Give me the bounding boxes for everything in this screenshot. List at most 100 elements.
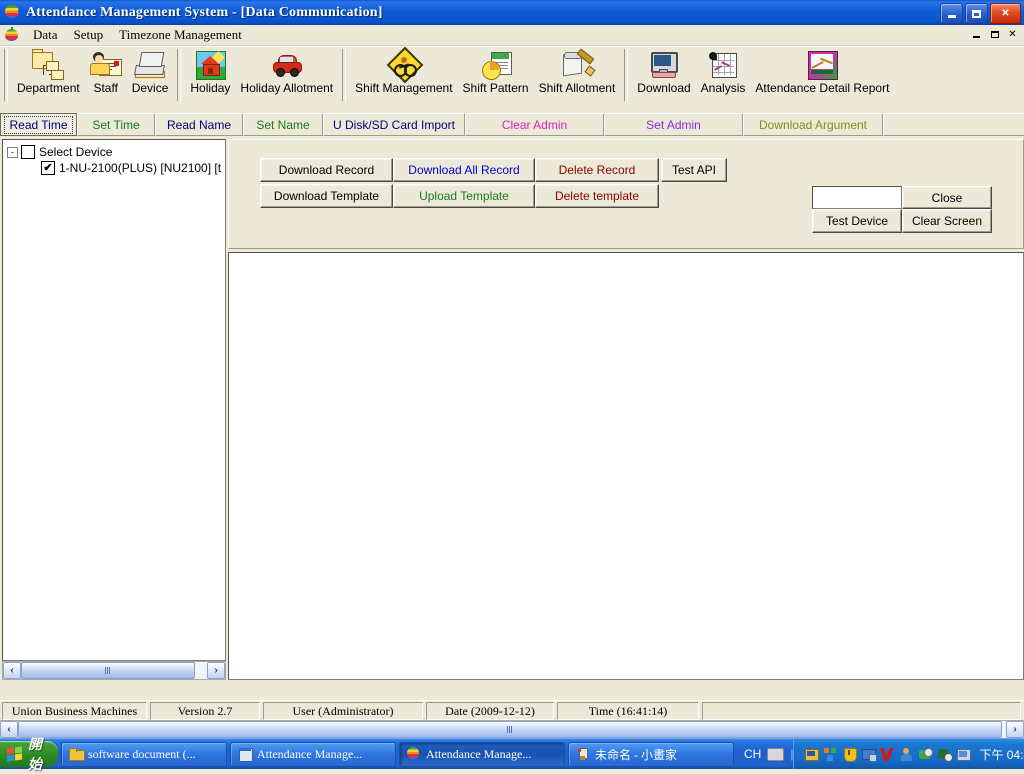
media-icon[interactable] bbox=[937, 747, 954, 762]
output-log-area[interactable] bbox=[228, 252, 1024, 680]
tab-set-name[interactable]: Set Name bbox=[243, 113, 323, 136]
network-connection-icon[interactable] bbox=[823, 747, 838, 762]
scrollbar-thumb[interactable] bbox=[21, 662, 195, 679]
tab-label: Download Argument bbox=[758, 117, 868, 132]
language-bar[interactable]: CH | bbox=[744, 747, 793, 761]
button-label: Close bbox=[931, 190, 963, 205]
toolbar-button-shift-management[interactable]: Shift Management bbox=[350, 46, 457, 94]
tab-udisk-sd-card-import[interactable]: U Disk/SD Card Import bbox=[323, 113, 465, 136]
clear-screen-button[interactable]: Clear Screen bbox=[902, 209, 992, 233]
maximize-button[interactable] bbox=[965, 3, 988, 24]
tree-node-label: 1-NU-2100(PLUS) [NU2100] [t bbox=[59, 161, 222, 175]
toolbar-label: Department bbox=[17, 81, 80, 95]
bicycle-sign-icon bbox=[386, 46, 424, 84]
taskbar-clock[interactable]: 下午 04:41 bbox=[979, 746, 1024, 763]
mdi-window-controls: ✕ bbox=[969, 27, 1020, 41]
mdi-minimize-button[interactable] bbox=[969, 27, 984, 41]
toolbar-button-staff[interactable]: Staff bbox=[85, 47, 127, 94]
button-label: Test API bbox=[671, 163, 717, 177]
toolbar-separator bbox=[4, 49, 8, 101]
tree-expander-icon[interactable]: - bbox=[7, 146, 18, 158]
delete-record-button[interactable]: Delete Record bbox=[535, 158, 659, 182]
toolbar-button-device[interactable]: Device bbox=[127, 47, 174, 94]
delete-template-button[interactable]: Delete template bbox=[535, 184, 659, 208]
taskbar-item-attendance-2[interactable]: Attendance Manage... bbox=[399, 741, 565, 767]
scroll-pencil-icon bbox=[561, 48, 596, 80]
status-time: Time (16:41:14) bbox=[557, 702, 699, 720]
scroll-left-arrow-icon[interactable]: ‹ bbox=[3, 662, 21, 679]
tab-download-argument[interactable]: Download Argument bbox=[743, 113, 883, 136]
toolbar-button-holiday[interactable]: Holiday bbox=[185, 47, 235, 94]
tree-node-select-device[interactable]: - Select Device bbox=[3, 144, 225, 160]
windows-flag-icon bbox=[6, 746, 23, 763]
mdi-close-button[interactable]: ✕ bbox=[1005, 27, 1020, 41]
monitor-icon[interactable] bbox=[956, 747, 972, 762]
communication-tab-strip: Read Time Set Time Read Name Set Name U … bbox=[0, 113, 1024, 136]
apple-logo-icon bbox=[4, 3, 24, 21]
start-button[interactable]: 開始 bbox=[0, 736, 58, 772]
taskbar-item-attendance-1[interactable]: Attendance Manage... bbox=[230, 741, 396, 767]
test-api-button[interactable]: Test API bbox=[661, 158, 727, 182]
network-activity-icon[interactable] bbox=[804, 747, 820, 762]
toolbar-button-attendance-detail-report[interactable]: Attendance Detail Report bbox=[750, 47, 894, 94]
mdi-restore-button[interactable] bbox=[987, 27, 1002, 41]
apple-logo-icon[interactable] bbox=[4, 27, 19, 42]
antivirus-icon[interactable] bbox=[880, 747, 895, 762]
toolbar-button-download[interactable]: Download bbox=[632, 47, 695, 94]
button-label: Clear Screen bbox=[911, 214, 983, 228]
system-tray: 下午 04:41 bbox=[793, 739, 1024, 769]
tab-set-time[interactable]: Set Time bbox=[77, 113, 155, 136]
menu-item-data[interactable]: Data bbox=[25, 26, 66, 44]
scrollbar-thumb[interactable] bbox=[18, 721, 1002, 738]
tab-read-time[interactable]: Read Time bbox=[0, 113, 77, 136]
toolbar-label: Shift Pattern bbox=[462, 81, 529, 95]
taskbar: 開始 software document (... Attendance Man… bbox=[0, 736, 1024, 772]
tab-read-name[interactable]: Read Name bbox=[155, 113, 243, 136]
device-tree-panel[interactable]: - Select Device ✔ 1-NU-2100(PLUS) [NU210… bbox=[2, 139, 226, 661]
display-icon[interactable] bbox=[861, 747, 878, 762]
menu-item-setup[interactable]: Setup bbox=[66, 26, 112, 44]
scrollbar-track[interactable] bbox=[18, 721, 1006, 738]
toolbar-button-holiday-allotment[interactable]: Holiday Allotment bbox=[235, 47, 338, 94]
status-company: Union Business Machines bbox=[2, 702, 147, 720]
tab-label: U Disk/SD Card Import bbox=[332, 117, 456, 132]
workspace-scrollbar[interactable]: ‹ › bbox=[0, 720, 1024, 738]
scroll-right-arrow-icon[interactable]: › bbox=[207, 662, 225, 679]
scroll-right-arrow-icon[interactable]: › bbox=[1006, 721, 1024, 738]
taskbar-item-paint[interactable]: 未命名 - 小畫家 bbox=[568, 741, 734, 767]
toolbar-label: Download bbox=[637, 81, 691, 95]
download-record-button[interactable]: Download Record bbox=[260, 158, 393, 182]
test-device-button[interactable]: Test Device bbox=[812, 209, 902, 233]
scrollbar-track[interactable] bbox=[21, 662, 207, 679]
scroll-left-arrow-icon[interactable]: ‹ bbox=[0, 721, 18, 738]
tab-set-admin[interactable]: Set Admin bbox=[604, 113, 743, 136]
user-icon[interactable] bbox=[899, 747, 914, 762]
device-tree-scrollbar[interactable]: ‹ › bbox=[2, 661, 226, 680]
monitor-icon bbox=[648, 49, 680, 80]
minimize-button[interactable] bbox=[940, 3, 963, 24]
download-all-record-button[interactable]: Download All Record bbox=[393, 158, 535, 182]
toolbar-label: Analysis bbox=[700, 81, 746, 95]
toolbar-button-analysis[interactable]: Analysis bbox=[696, 47, 751, 94]
taskbar-item-software-document[interactable]: software document (... bbox=[61, 741, 227, 767]
toolbar-button-shift-pattern[interactable]: Shift Pattern bbox=[458, 47, 534, 94]
upload-template-button[interactable]: Upload Template bbox=[393, 184, 535, 208]
tree-checkbox[interactable] bbox=[21, 145, 35, 159]
close-button[interactable]: ✕ bbox=[990, 3, 1021, 24]
keyboard-icon[interactable] bbox=[767, 747, 785, 761]
toolbar-label: Holiday bbox=[190, 81, 231, 95]
close-button-panel[interactable]: Close bbox=[902, 186, 992, 209]
shield-warning-icon[interactable] bbox=[842, 747, 858, 762]
language-indicator: CH bbox=[744, 747, 762, 761]
tab-clear-admin[interactable]: Clear Admin bbox=[465, 113, 604, 136]
status-user: User (Administrator) bbox=[263, 702, 423, 720]
menu-item-timezone-management[interactable]: Timezone Management bbox=[111, 26, 250, 44]
command-input[interactable] bbox=[812, 186, 902, 209]
toolbar-button-department[interactable]: Department bbox=[12, 47, 85, 94]
button-label: Download All Record bbox=[408, 163, 520, 177]
toolbar-button-shift-allotment[interactable]: Shift Allotment bbox=[534, 47, 621, 94]
tree-checkbox[interactable]: ✔ bbox=[41, 161, 55, 175]
download-template-button[interactable]: Download Template bbox=[260, 184, 393, 208]
tree-node-device-1[interactable]: ✔ 1-NU-2100(PLUS) [NU2100] [t bbox=[3, 160, 225, 176]
sync-icon[interactable] bbox=[918, 747, 934, 762]
